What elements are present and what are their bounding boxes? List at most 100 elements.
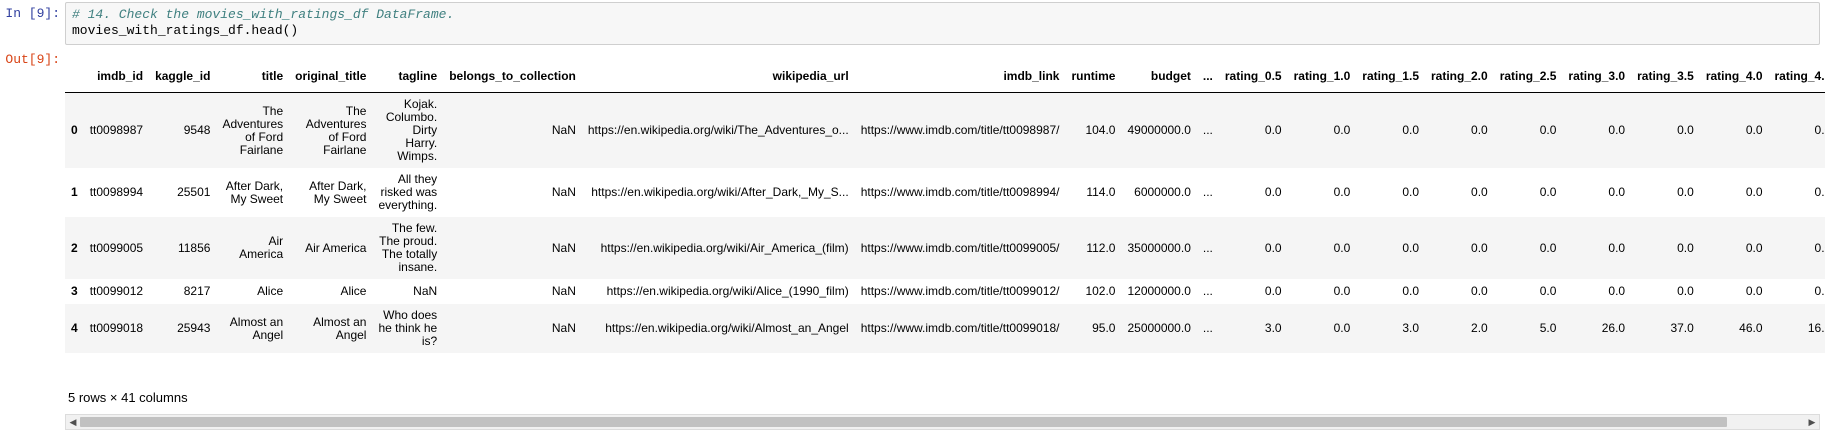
table-cell: 12000000.0 bbox=[1127, 284, 1191, 298]
table-cell: 0.0 bbox=[1608, 240, 1626, 255]
table-cell: 0.0 bbox=[1814, 123, 1825, 137]
table-cell: 2.0 bbox=[1471, 321, 1488, 335]
table-cell: 0.0 bbox=[1402, 185, 1419, 199]
table-cell: Almost an Angel bbox=[313, 314, 367, 342]
table-cell: https://en.wikipedia.org/wiki/Almost_an_… bbox=[605, 321, 849, 335]
column-header: rating_3.5 bbox=[1631, 56, 1700, 93]
table-cell: 0.0 bbox=[1608, 123, 1626, 137]
table-cell: 11856 bbox=[177, 240, 211, 255]
table-cell: ... bbox=[1202, 321, 1213, 335]
column-header: rating_4.5 bbox=[1768, 56, 1825, 93]
table-cell: 0.0 bbox=[1471, 240, 1488, 255]
table-cell: Alice bbox=[257, 284, 284, 298]
table-cell: https://www.imdb.com/title/tt0099005/ bbox=[860, 240, 1060, 255]
table-cell: 0.0 bbox=[1608, 185, 1626, 199]
table-cell: 35000000.0 bbox=[1127, 240, 1191, 255]
table-cell: https://en.wikipedia.org/wiki/Alice_(199… bbox=[606, 284, 849, 298]
table-cell: 114.0 bbox=[1086, 185, 1116, 199]
row-index: 3 bbox=[71, 284, 78, 298]
header-row: imdb_id kaggle_id title original_title tagli… bbox=[65, 56, 1825, 93]
column-header: belongs_to_collection bbox=[443, 56, 582, 93]
table-cell: 0.0 bbox=[1814, 284, 1825, 298]
table-row: 3 tt0099012 8217 Alice Alice NaN NaN https://en… bbox=[65, 279, 1825, 304]
table-cell: Who does he think he is? bbox=[378, 308, 438, 348]
table-cell: 49000000.0 bbox=[1127, 123, 1191, 137]
table-cell: 0.0 bbox=[1264, 284, 1282, 298]
table-cell: https://en.wikipedia.org/wiki/Air_Americ… bbox=[600, 240, 849, 255]
table-cell: tt0098994 bbox=[89, 185, 144, 199]
table-cell: 0.0 bbox=[1745, 185, 1763, 199]
table-cell: ... bbox=[1202, 123, 1213, 137]
scrollbar-thumb[interactable] bbox=[80, 417, 1727, 427]
table-cell: https://www.imdb.com/title/tt0098994/ bbox=[860, 185, 1060, 199]
table-cell: https://www.imdb.com/title/tt0099018/ bbox=[860, 321, 1060, 335]
row-index: 0 bbox=[71, 123, 78, 137]
code-cell-editor[interactable]: # 14. Check the movies_with_ratings_df D… bbox=[65, 2, 1820, 45]
column-header: original_title bbox=[289, 56, 373, 93]
column-header: rating_2.5 bbox=[1493, 56, 1563, 93]
horizontal-scrollbar[interactable]: ◀ ▶ bbox=[65, 414, 1820, 430]
table-cell: 0.0 bbox=[1333, 240, 1351, 255]
table-cell: 0.0 bbox=[1539, 240, 1557, 255]
table-cell: 26.0 bbox=[1601, 321, 1626, 335]
table-cell: tt0098987 bbox=[89, 123, 144, 137]
column-header: budget bbox=[1121, 56, 1197, 93]
table-cell: 25501 bbox=[177, 185, 211, 199]
table-cell: tt0099018 bbox=[89, 321, 144, 335]
table-cell: https://www.imdb.com/title/tt0098987/ bbox=[860, 123, 1060, 137]
scroll-right-icon[interactable]: ▶ bbox=[1805, 415, 1819, 429]
table-cell: 0.0 bbox=[1402, 240, 1419, 255]
table-cell: 0.0 bbox=[1539, 284, 1557, 298]
column-header: rating_1.5 bbox=[1356, 56, 1425, 93]
index-header bbox=[65, 56, 84, 93]
table-cell: ... bbox=[1202, 185, 1213, 199]
table-cell: NaN bbox=[413, 284, 438, 298]
scroll-left-icon[interactable]: ◀ bbox=[66, 415, 80, 429]
table-cell: 0.0 bbox=[1745, 123, 1763, 137]
table-cell: Air America bbox=[239, 234, 284, 261]
row-index: 4 bbox=[71, 321, 78, 335]
input-prompt: In [9]: bbox=[5, 6, 60, 21]
table-cell: 95.0 bbox=[1092, 321, 1116, 335]
table-cell: 25943 bbox=[177, 321, 211, 335]
table-cell: 0.0 bbox=[1677, 185, 1694, 199]
column-header: tagline bbox=[372, 56, 444, 93]
column-header: imdb_id bbox=[83, 56, 150, 93]
table-cell: 112.0 bbox=[1086, 240, 1116, 255]
column-header: rating_2.0 bbox=[1425, 56, 1494, 93]
table-cell: ... bbox=[1202, 284, 1213, 298]
dataframe-table: imdb_id kaggle_id title original_title tagli… bbox=[65, 56, 1825, 353]
table-cell: 0.0 bbox=[1264, 185, 1282, 199]
table-cell: The Adventures of Ford Fairlane bbox=[222, 103, 284, 157]
row-index: 1 bbox=[71, 185, 78, 199]
table-cell: 3.0 bbox=[1402, 321, 1419, 335]
table-cell: After Dark, My Sweet bbox=[225, 178, 284, 206]
table-cell: 0.0 bbox=[1333, 185, 1351, 199]
row-index: 2 bbox=[71, 240, 78, 255]
table-cell: 0.0 bbox=[1402, 284, 1419, 298]
table-cell: 9548 bbox=[183, 123, 211, 137]
table-row: 2 tt0099005 11856 Air America Air America The… bbox=[65, 217, 1825, 279]
table-row: 0 tt0098987 9548 The Adventures of Ford Fai… bbox=[65, 92, 1825, 168]
table-cell: Kojak. Columbo. Dirty Harry. Wimps. bbox=[385, 97, 438, 163]
table-cell: 0.0 bbox=[1471, 185, 1488, 199]
table-cell: 0.0 bbox=[1471, 123, 1488, 137]
column-header: imdb_link bbox=[854, 56, 1066, 93]
table-cell: All they risked was everything. bbox=[378, 172, 438, 212]
table-cell: tt0099012 bbox=[89, 284, 144, 298]
code-line: movies_with_ratings_df.head() bbox=[72, 23, 299, 38]
table-cell: 0.0 bbox=[1677, 240, 1694, 255]
output-prompt: Out[9]: bbox=[5, 52, 60, 67]
table-cell: 0.0 bbox=[1471, 284, 1488, 298]
table-cell: https://en.wikipedia.org/wiki/The_Advent… bbox=[587, 123, 849, 137]
table-cell: 37.0 bbox=[1670, 321, 1694, 335]
table-cell: 0.0 bbox=[1333, 284, 1351, 298]
table-cell: 5.0 bbox=[1539, 321, 1557, 335]
table-cell: 0.0 bbox=[1677, 123, 1694, 137]
table-cell: NaN bbox=[551, 185, 576, 199]
table-cell: 104.0 bbox=[1085, 123, 1116, 137]
table-cell: 8217 bbox=[183, 284, 211, 298]
table-cell: 0.0 bbox=[1264, 123, 1282, 137]
table-cell: 0.0 bbox=[1814, 185, 1825, 199]
table-cell: 3.0 bbox=[1264, 321, 1282, 335]
